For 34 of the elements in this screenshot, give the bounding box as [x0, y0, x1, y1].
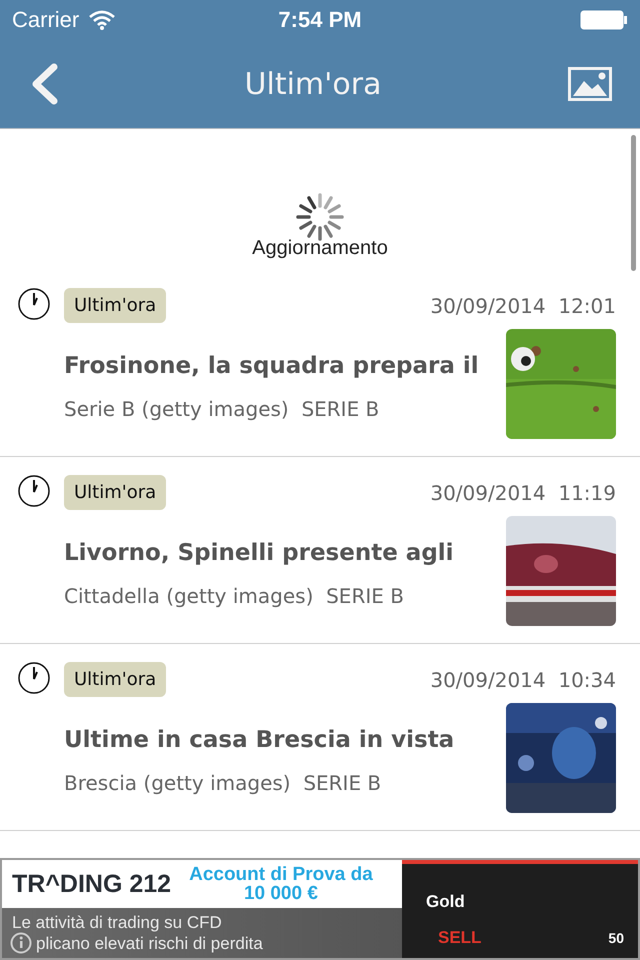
carrier-name: Carrier: [12, 7, 80, 33]
panel-label: Gold: [426, 892, 465, 912]
news-date: 30/09/2014 12:01: [430, 294, 616, 318]
category-tag: Ultim'ora: [64, 288, 166, 323]
gallery-button[interactable]: [568, 67, 612, 101]
battery-icon: [580, 10, 628, 30]
panel-action: SELL: [438, 928, 482, 948]
news-source: Cittadella (getty images) SERIE B: [64, 584, 405, 608]
status-time: 7:54 PM: [278, 7, 362, 33]
news-source: Serie B (getty images) SERIE B: [64, 397, 380, 421]
news-headline: Ultime in casa Brescia in vista: [64, 727, 456, 753]
news-item[interactable]: Ultim'ora 30/09/2014 12:01 Frosinone, la squadra prepara il Serie B (getty images) SERIE B: [0, 270, 640, 457]
ad-warning: Le attività di trading su CFD: [12, 912, 222, 933]
screen-title: Ultim'ora: [244, 66, 382, 102]
info-icon[interactable]: [10, 932, 32, 954]
clock-icon: [18, 662, 50, 694]
news-date: 30/09/2014 10:34: [430, 668, 616, 692]
news-source: Brescia (getty images) SERIE B: [64, 771, 382, 795]
news-item[interactable]: Ultim'ora 30/09/2014 10:34 Ultime in casa Brescia in vista Brescia (getty images) SERIE B: [0, 644, 640, 831]
back-button[interactable]: [30, 63, 58, 105]
refresh-label: Aggiornamento: [252, 237, 388, 260]
clock-icon: [18, 475, 50, 507]
wifi-icon: [89, 10, 116, 30]
clock-icon: [18, 288, 50, 320]
category-tag: Ultim'ora: [64, 475, 166, 510]
panel-value: 50: [608, 930, 624, 946]
news-item[interactable]: Ultim'ora 30/09/2014 11:19 Livorno, Spinelli presente agli Cittadella (getty images) SERIE B: [0, 457, 640, 644]
ad-offer: Account di Prova da 10 000 €: [189, 865, 373, 903]
news-date: 30/09/2014 11:19: [430, 480, 616, 504]
news-headline: Livorno, Spinelli presente agli: [64, 540, 455, 566]
ad-brand: TR^DING 212: [12, 870, 172, 898]
category-tag: Ultim'ora: [64, 662, 166, 697]
ad-warning: plicano elevati rischi di perdita: [36, 933, 263, 954]
news-headline: Frosinone, la squadra prepara il: [64, 353, 480, 379]
